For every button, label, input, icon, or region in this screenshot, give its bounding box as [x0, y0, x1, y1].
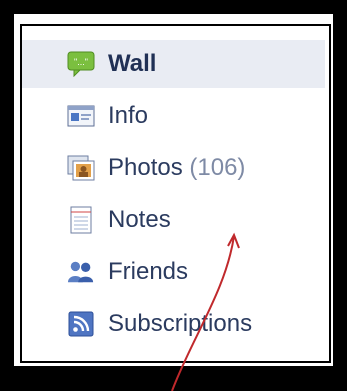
- sidebar-item-wall[interactable]: "..." Wall: [22, 40, 325, 88]
- sidebar-item-info[interactable]: Info: [22, 92, 325, 140]
- sidebar-item-label: Info: [108, 102, 149, 129]
- sidebar-item-label: Photos (106): [108, 154, 246, 181]
- photos-icon: [67, 154, 95, 182]
- friends-icon: [67, 258, 95, 286]
- info-card-icon: [67, 102, 95, 130]
- photos-count: (106): [189, 154, 246, 181]
- sidebar-item-friends[interactable]: Friends: [22, 248, 325, 296]
- notes-icon: [67, 206, 95, 234]
- sidebar-item-label: Notes: [108, 206, 171, 233]
- sidebar-item-notes[interactable]: Notes: [22, 196, 325, 244]
- sidebar-item-label: Subscriptions: [108, 310, 253, 337]
- svg-text:"...": "...": [74, 57, 88, 67]
- sidebar-menu: "..." Wall Info Photos (106) Notes Frien…: [22, 40, 325, 352]
- rss-icon: [67, 310, 95, 338]
- sidebar-item-label: Friends: [108, 258, 189, 285]
- sidebar-item-subscriptions[interactable]: Subscriptions: [22, 300, 325, 348]
- speech-bubble-icon: "...": [67, 50, 95, 78]
- sidebar-item-label: Wall: [108, 50, 157, 77]
- sidebar-item-photos[interactable]: Photos (106): [22, 144, 325, 192]
